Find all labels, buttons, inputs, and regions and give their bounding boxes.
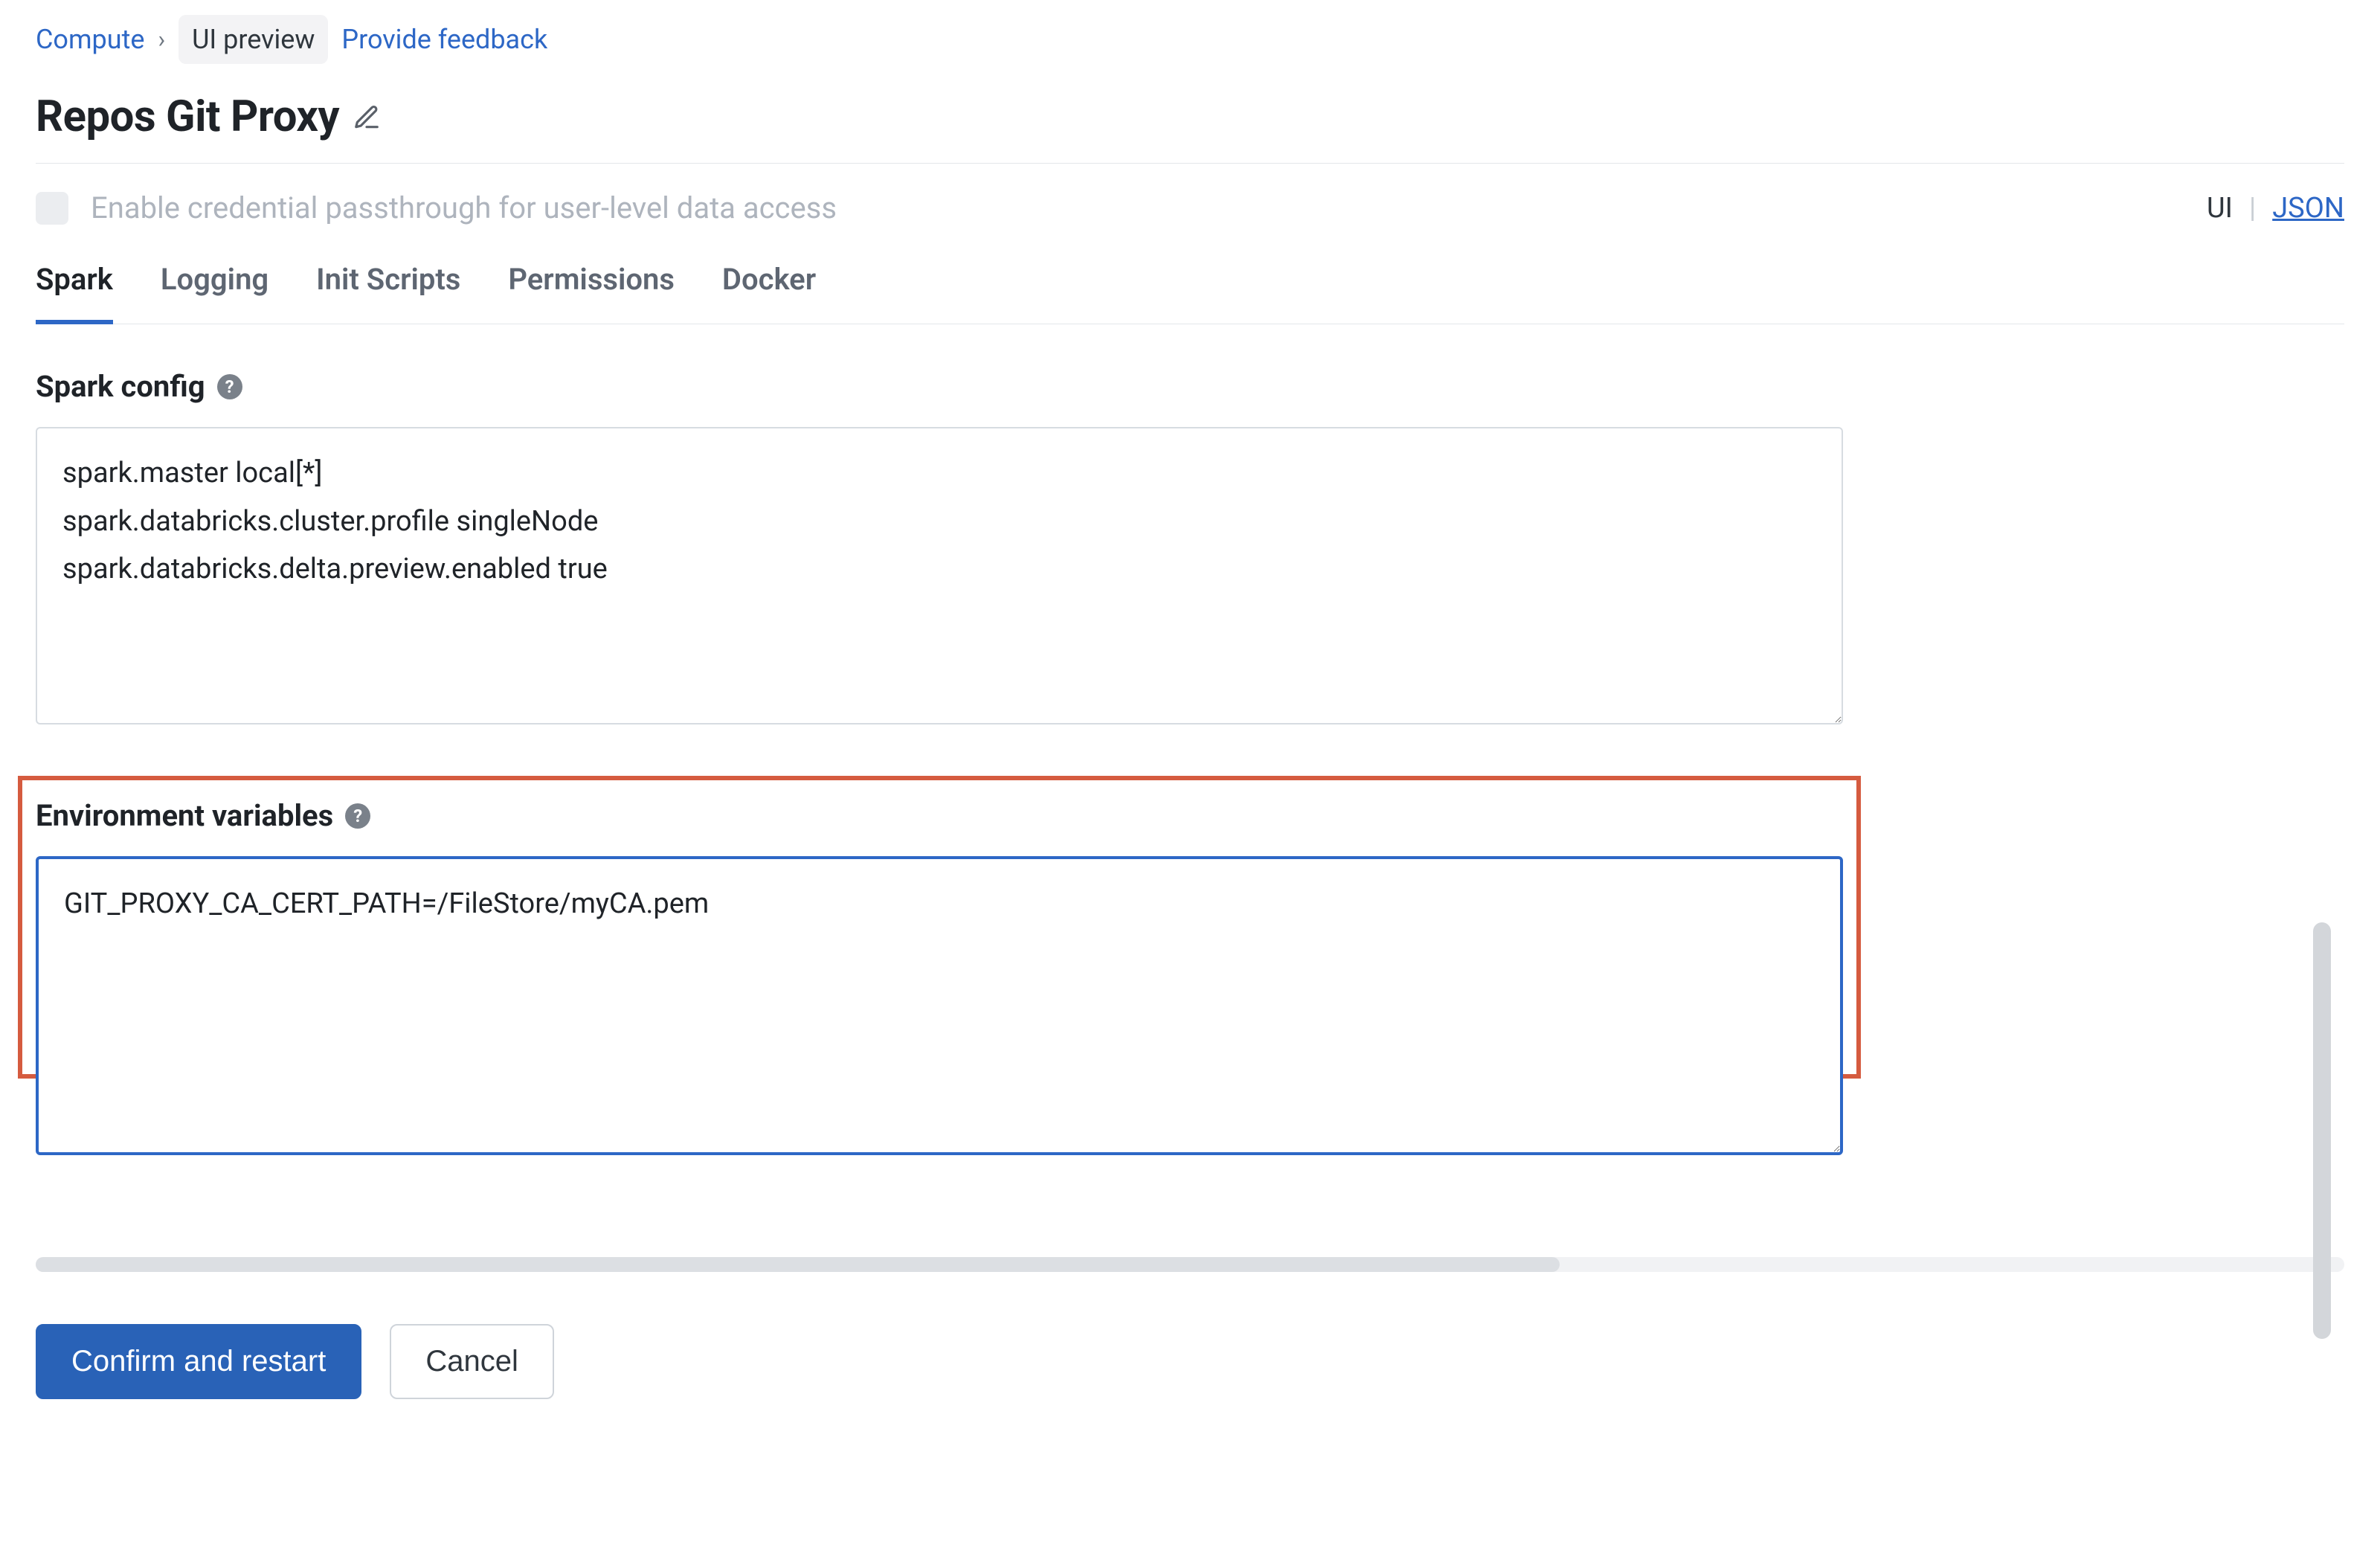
tab-logging[interactable]: Logging	[161, 257, 268, 324]
confirm-and-restart-button[interactable]: Confirm and restart	[36, 1324, 361, 1399]
tabs: Spark Logging Init Scripts Permissions D…	[36, 257, 2344, 324]
view-toggle-sep: |	[2249, 187, 2256, 230]
horizontal-scrollbar[interactable]	[36, 1257, 2344, 1272]
edit-icon[interactable]	[353, 103, 381, 132]
cancel-button[interactable]: Cancel	[390, 1324, 554, 1399]
spark-config-input[interactable]	[36, 427, 1843, 724]
vertical-scrollbar-thumb[interactable]	[2313, 922, 2331, 1339]
breadcrumb: Compute › UI preview Provide feedback	[36, 15, 2344, 64]
chevron-right-icon: ›	[158, 22, 165, 57]
help-icon[interactable]: ?	[345, 803, 370, 829]
env-vars-heading: Environment variables	[36, 794, 333, 838]
breadcrumb-current: UI preview	[178, 15, 328, 64]
horizontal-scrollbar-thumb[interactable]	[36, 1257, 1560, 1272]
tab-docker[interactable]: Docker	[722, 257, 816, 324]
view-toggle-ui[interactable]: UI	[2207, 187, 2233, 230]
env-vars-input[interactable]	[36, 856, 1843, 1155]
help-icon[interactable]: ?	[217, 374, 242, 399]
view-toggle: UI | JSON	[2207, 187, 2344, 230]
view-toggle-json[interactable]: JSON	[2272, 187, 2344, 230]
spark-config-heading: Spark config	[36, 364, 205, 409]
tab-spark[interactable]: Spark	[36, 257, 113, 324]
env-vars-highlight-box: Environment variables ?	[18, 776, 1861, 1079]
credential-passthrough-checkbox[interactable]	[36, 192, 68, 225]
vertical-scrollbar[interactable]	[2313, 253, 2331, 1339]
provide-feedback-link[interactable]: Provide feedback	[341, 19, 547, 60]
tab-init-scripts[interactable]: Init Scripts	[316, 257, 460, 324]
tab-permissions[interactable]: Permissions	[508, 257, 675, 324]
breadcrumb-root-link[interactable]: Compute	[36, 19, 144, 60]
page-title: Repos Git Proxy	[36, 85, 339, 150]
credential-passthrough-label: Enable credential passthrough for user-l…	[91, 186, 837, 231]
